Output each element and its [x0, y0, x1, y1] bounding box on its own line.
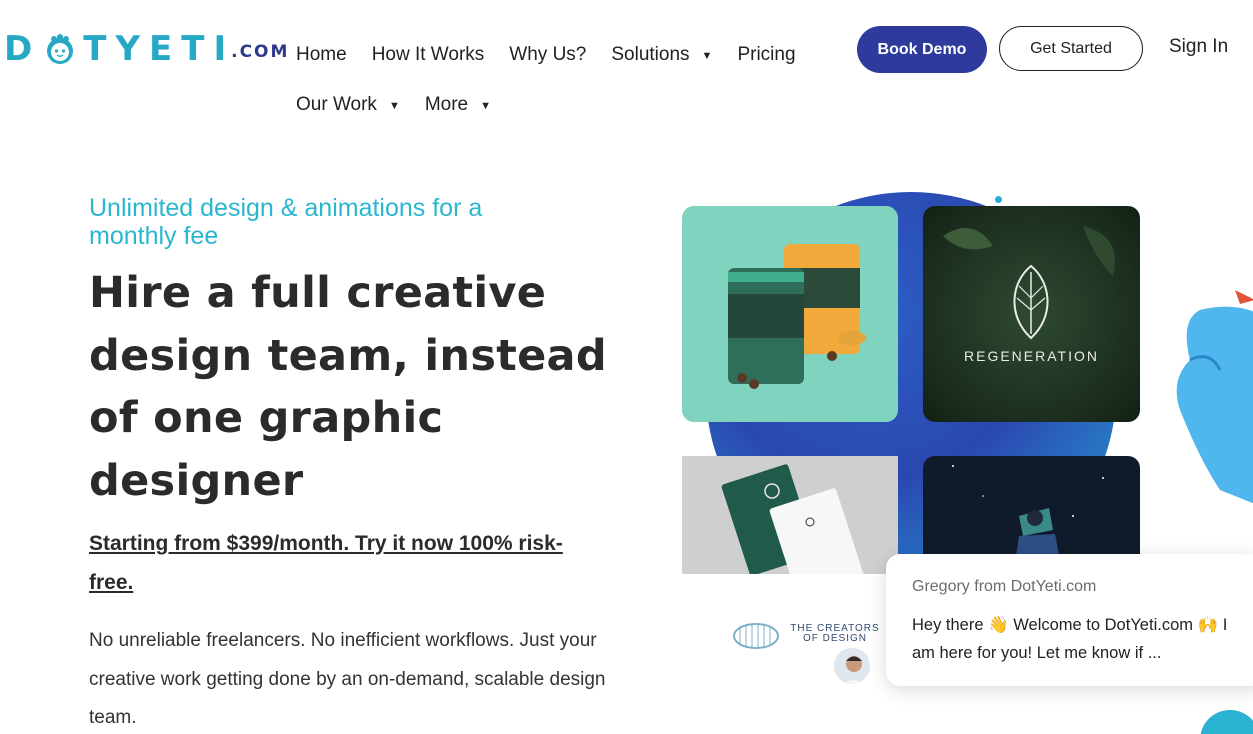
leaf-emblem-icon: [943, 226, 1115, 340]
nav-item-label: More: [424, 94, 469, 115]
caret-down-icon: ▼: [701, 50, 713, 62]
portfolio-tile-regeneration-logo: REGENERATION: [923, 206, 1140, 422]
yeti-mascot-arm: [1160, 290, 1253, 570]
chat-popup[interactable]: Gregory from DotYeti.com Hey there 👋 Wel…: [886, 554, 1253, 686]
nav-row-secondary: Our Work ▼ More ▼: [296, 90, 836, 120]
logo-suffix: .COM: [231, 42, 290, 62]
book-demo-button[interactable]: Book Demo: [857, 26, 987, 73]
agent-avatar: [832, 646, 872, 686]
nav-item-label: How It Works: [371, 44, 485, 65]
chat-sender: Gregory from DotYeti.com: [912, 578, 1097, 595]
logo-wordmark: D TYETI: [4, 32, 235, 66]
nav-row-primary: Home How It Works Why Us? Solutions ▼ Pri…: [296, 40, 836, 70]
caret-down-icon: ▼: [388, 100, 400, 112]
pricing-cta-link[interactable]: Starting from $399/month. Try it now 100…: [89, 524, 589, 602]
yeti-face-icon: [43, 34, 77, 64]
decorative-dot: [995, 196, 1002, 203]
nav-item-solutions[interactable]: Solutions ▼: [611, 44, 712, 66]
hero-tagline: Unlimited design & animations for a mont…: [89, 194, 483, 250]
nav-item-label: Pricing: [737, 44, 796, 65]
caret-down-icon: ▼: [480, 100, 492, 112]
nav-item-home[interactable]: Home: [296, 44, 347, 66]
logo-letters-tyeti: TYETI: [83, 29, 236, 69]
get-started-button[interactable]: Get Started: [999, 26, 1143, 71]
nav-item-label: Home: [296, 44, 347, 65]
nav-item-label: Our Work: [296, 94, 377, 115]
main-nav: Home How It Works Why Us? Solutions ▼ Pri…: [296, 40, 836, 120]
nav-item-pricing[interactable]: Pricing: [737, 44, 795, 66]
supplement-pouches-image: [728, 244, 866, 389]
creators-of-design-wordmark: THE CREATORS OF DESIGN: [790, 623, 880, 644]
nav-item-label: Solutions: [611, 44, 690, 65]
logo-letter-d: D: [4, 29, 42, 69]
regeneration-wordmark: REGENERATION: [964, 348, 1099, 364]
dotyeti-logo[interactable]: D TYETI .COM: [4, 26, 289, 66]
hero-headline: Hire a full creative design team, instea…: [89, 268, 607, 506]
nav-item-why-us[interactable]: Why Us?: [509, 44, 586, 66]
nav-item-how-it-works[interactable]: How It Works: [372, 44, 485, 66]
nav-item-more[interactable]: More ▼: [425, 94, 491, 116]
hero-description: No unreliable freelancers. No inefficien…: [89, 630, 606, 728]
portfolio-tile-supplement-packaging: [682, 206, 898, 422]
chat-launcher-button[interactable]: [1200, 710, 1253, 734]
nav-item-our-work[interactable]: Our Work ▼: [296, 94, 400, 116]
nav-item-label: Why Us?: [509, 44, 587, 65]
sign-in-link[interactable]: Sign In: [1169, 36, 1228, 58]
chat-message: Hey there 👋 Welcome to DotYeti.com 🙌 I a…: [912, 616, 1228, 662]
